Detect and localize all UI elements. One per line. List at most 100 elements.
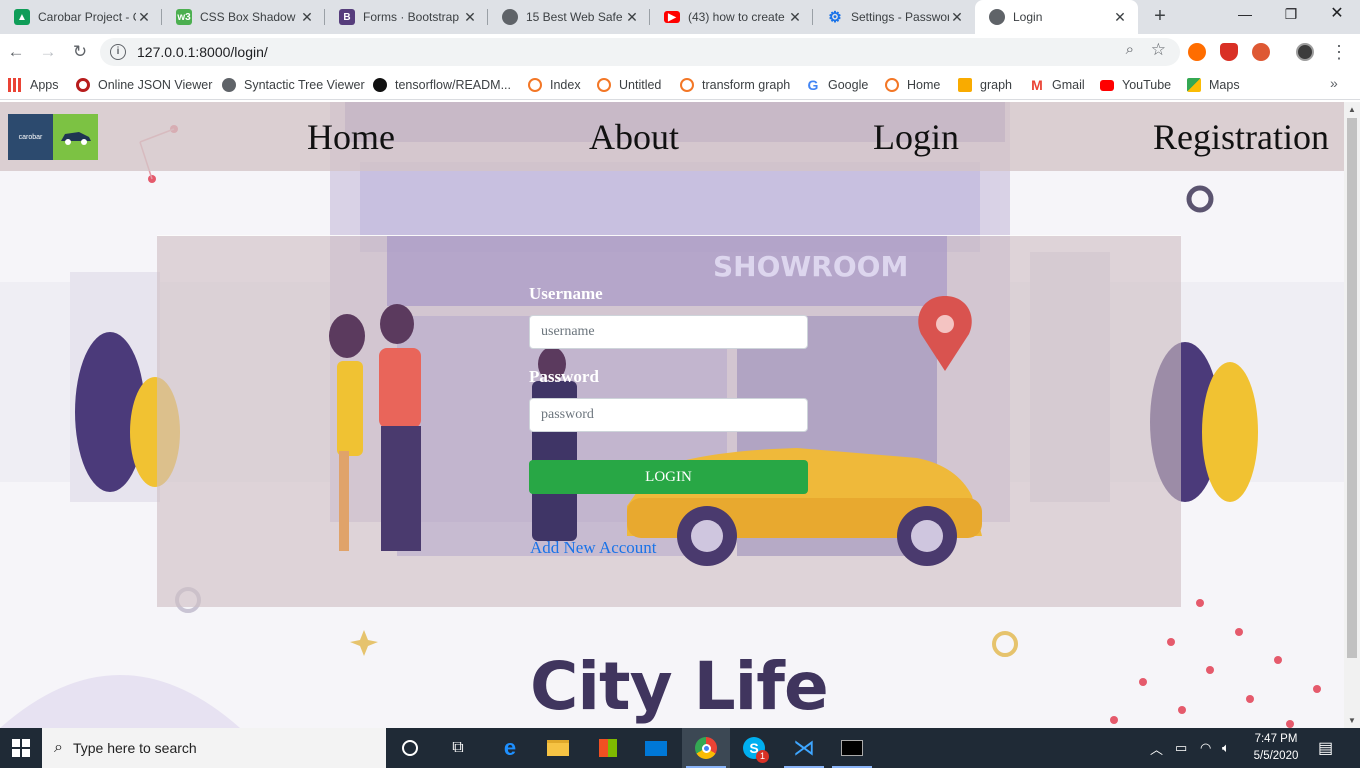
fire-extension-icon[interactable] bbox=[1188, 43, 1206, 61]
tab-title: Login bbox=[1013, 10, 1043, 24]
bookmark-transform-graph[interactable]: transform graph bbox=[680, 76, 790, 94]
address-bar[interactable]: i 127.0.0.1:8000/login/ ⌕ ☆ bbox=[100, 38, 1180, 66]
bookmark-youtube[interactable]: YouTube bbox=[1100, 76, 1171, 94]
forward-arrow-icon[interactable]: → bbox=[36, 40, 60, 64]
gmail-icon: M bbox=[1031, 77, 1043, 93]
bookmark-untitled[interactable]: Untitled bbox=[597, 76, 661, 94]
zoom-magnifier-icon[interactable]: ⌕ bbox=[1126, 41, 1134, 58]
bookmark-google[interactable]: G Google bbox=[806, 76, 869, 94]
chrome-icon[interactable] bbox=[682, 728, 730, 768]
show-hidden-icons-chevron[interactable]: ︿ bbox=[1150, 728, 1163, 768]
windows-start-button[interactable] bbox=[0, 728, 42, 768]
new-tab-button[interactable]: + bbox=[1148, 5, 1172, 29]
clock-date: 5/5/2020 bbox=[1253, 750, 1299, 762]
settings-gear-icon: ⚙ bbox=[828, 9, 842, 26]
apps-grid-icon bbox=[8, 78, 22, 92]
bookmark-home[interactable]: Home bbox=[885, 76, 940, 94]
google-icon: G bbox=[807, 77, 819, 93]
bookmark-label: Home bbox=[907, 78, 941, 92]
edge-browser-icon[interactable]: e bbox=[486, 728, 534, 768]
carobar-logo[interactable]: carobar bbox=[8, 114, 98, 160]
tab-css-box-shadow[interactable]: w3 CSS Box Shadow ✕ bbox=[162, 0, 325, 34]
tab-title: Settings - Passwor bbox=[851, 10, 949, 24]
taskbar-search-box[interactable]: ⌕ Type here to search bbox=[42, 728, 386, 768]
bookmark-gmail[interactable]: M Gmail bbox=[1030, 76, 1085, 94]
close-tab-icon[interactable]: ✕ bbox=[462, 9, 478, 26]
bookmark-label: graph bbox=[980, 78, 1012, 92]
system-clock[interactable]: 7:47 PM 5/5/2020 bbox=[1248, 731, 1304, 765]
duckduckgo-extension-icon[interactable] bbox=[1252, 43, 1270, 61]
nav-home-link[interactable]: Home bbox=[307, 116, 395, 158]
more-bookmarks-icon[interactable]: » bbox=[1330, 75, 1338, 91]
tab-youtube-how-to-create[interactable]: ▶ (43) how to create ✕ bbox=[650, 0, 813, 34]
bookmark-online-json-viewer[interactable]: Online JSON Viewer bbox=[76, 76, 212, 94]
skype-icon[interactable]: S 1 bbox=[730, 728, 778, 768]
scroll-up-arrow-icon[interactable]: ▲ bbox=[1348, 105, 1356, 114]
file-explorer-icon[interactable] bbox=[534, 728, 582, 768]
tab-settings-passwords[interactable]: ⚙ Settings - Passwor ✕ bbox=[813, 0, 975, 34]
username-input[interactable] bbox=[529, 315, 808, 349]
tab-web-safe-fonts[interactable]: 15 Best Web Safe ✕ bbox=[488, 0, 650, 34]
back-arrow-icon[interactable]: ← bbox=[4, 40, 28, 64]
search-icon: ⌕ bbox=[54, 739, 63, 756]
browser-toolbar: ← → ↻ i 127.0.0.1:8000/login/ ⌕ ☆ ⋮ bbox=[0, 34, 1360, 70]
vscode-icon[interactable]: ⋊ bbox=[780, 728, 828, 768]
tab-login-active[interactable]: Login ✕ bbox=[975, 0, 1138, 34]
page-scrollbar[interactable]: ▲ ▼ bbox=[1344, 102, 1360, 728]
tab-forms-bootstrap[interactable]: B Forms · Bootstrap ✕ bbox=[325, 0, 488, 34]
restore-window-button[interactable]: ❐ bbox=[1268, 0, 1314, 30]
battery-icon[interactable]: ▭ bbox=[1175, 728, 1187, 768]
bookmark-label: Syntactic Tree Viewer bbox=[244, 78, 365, 92]
close-tab-icon[interactable]: ✕ bbox=[624, 9, 640, 26]
volume-icon[interactable]: 🔈︎ bbox=[1222, 728, 1230, 768]
bookmark-apps[interactable]: Apps bbox=[8, 76, 59, 94]
minimize-window-button[interactable]: — bbox=[1222, 0, 1268, 30]
bookmark-index[interactable]: Index bbox=[528, 76, 581, 94]
profile-avatar[interactable] bbox=[1296, 43, 1314, 61]
password-input[interactable] bbox=[529, 398, 808, 432]
close-tab-icon[interactable]: ✕ bbox=[949, 9, 965, 26]
task-view-icon[interactable]: ⧉ bbox=[434, 728, 482, 768]
close-tab-icon[interactable]: ✕ bbox=[136, 9, 152, 26]
username-label: Username bbox=[529, 284, 603, 303]
reload-icon[interactable]: ↻ bbox=[68, 40, 92, 64]
bookmark-tensorflow-readme[interactable]: tensorflow/READM... bbox=[373, 76, 511, 94]
terminal-icon[interactable] bbox=[828, 728, 876, 768]
bookmark-label: YouTube bbox=[1122, 78, 1172, 92]
url-text[interactable]: 127.0.0.1:8000/login/ bbox=[137, 44, 268, 60]
add-new-account-link[interactable]: Add New Account bbox=[530, 538, 657, 558]
logo-text: carobar bbox=[8, 114, 53, 160]
action-center-icon[interactable]: ▤ bbox=[1318, 728, 1333, 768]
scrollbar-thumb[interactable] bbox=[1347, 118, 1357, 658]
close-tab-icon[interactable]: ✕ bbox=[299, 9, 315, 26]
tab-title: Forms · Bootstrap bbox=[363, 10, 460, 24]
mail-icon[interactable] bbox=[632, 728, 680, 768]
browser-menu-icon[interactable]: ⋮ bbox=[1330, 42, 1348, 63]
bookmark-syntactic-tree-viewer[interactable]: Syntactic Tree Viewer bbox=[222, 76, 365, 94]
tab-title: Carobar Project - G bbox=[38, 10, 136, 24]
bookmarks-bar: Apps Online JSON Viewer Syntactic Tree V… bbox=[0, 70, 1360, 100]
tab-carobar-project[interactable]: ▲ Carobar Project - G ✕ bbox=[0, 0, 162, 34]
shield-extension-icon[interactable] bbox=[1220, 43, 1238, 61]
bookmark-label: Gmail bbox=[1052, 78, 1085, 92]
bookmark-maps[interactable]: Maps bbox=[1187, 76, 1240, 94]
nav-registration-link[interactable]: Registration bbox=[1153, 116, 1329, 158]
wifi-icon[interactable]: ◠ bbox=[1200, 728, 1211, 768]
json-viewer-icon bbox=[76, 78, 90, 92]
bookmark-label: Untitled bbox=[619, 78, 662, 92]
cortana-icon[interactable] bbox=[386, 728, 434, 768]
nav-login-link[interactable]: Login bbox=[873, 116, 959, 158]
city-life-caption: City Life bbox=[530, 648, 829, 725]
notebook-icon bbox=[958, 78, 972, 92]
close-window-button[interactable]: ✕ bbox=[1314, 0, 1360, 30]
scroll-down-arrow-icon[interactable]: ▼ bbox=[1348, 716, 1356, 725]
close-tab-icon[interactable]: ✕ bbox=[1112, 9, 1128, 26]
bookmark-label: Google bbox=[828, 78, 869, 92]
bookmark-graph[interactable]: graph bbox=[958, 76, 1012, 94]
bookmark-star-icon[interactable]: ☆ bbox=[1151, 40, 1166, 60]
nav-about-link[interactable]: About bbox=[589, 116, 679, 158]
microsoft-store-icon[interactable] bbox=[584, 728, 632, 768]
login-button[interactable]: LOGIN bbox=[529, 460, 808, 494]
site-info-icon[interactable]: i bbox=[110, 44, 126, 60]
close-tab-icon[interactable]: ✕ bbox=[787, 9, 803, 26]
